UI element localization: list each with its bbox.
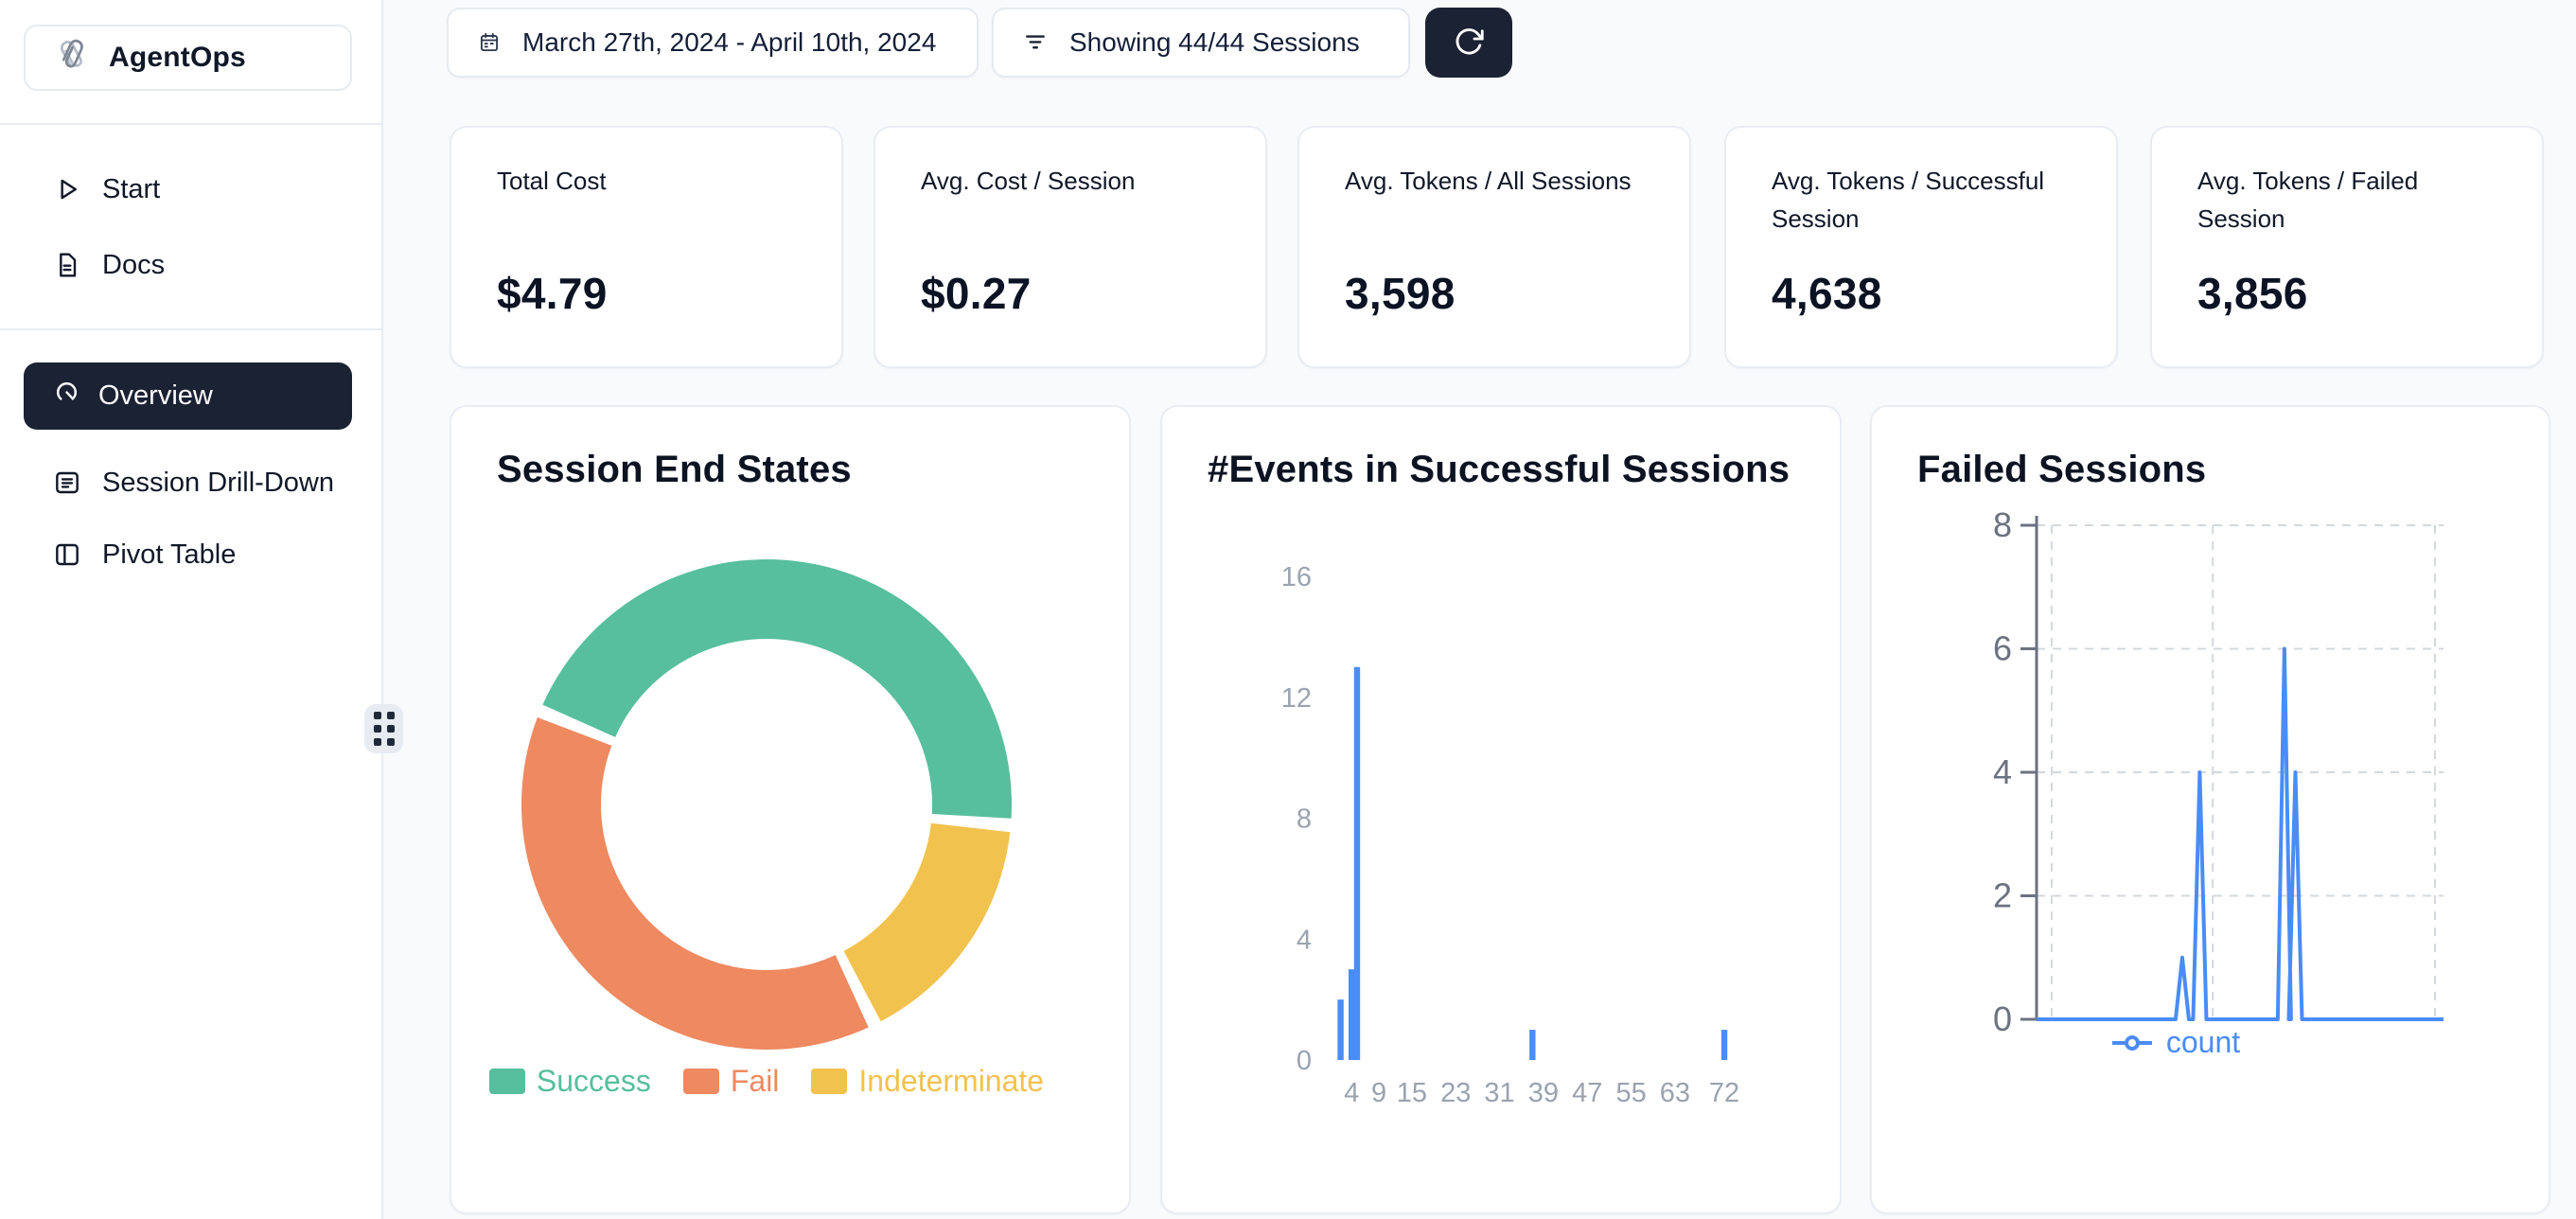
legend-label: Fail	[731, 1064, 780, 1099]
x-tick-label: 9	[1371, 1078, 1386, 1108]
x-tick-label: 39	[1528, 1078, 1559, 1108]
stat-card-total-cost: Total Cost $4.79	[450, 126, 843, 368]
sidebar-item-session-drill-down[interactable]: Session Drill-Down	[0, 447, 381, 519]
session-list-icon	[51, 467, 83, 499]
x-tick-label: 23	[1440, 1078, 1471, 1108]
x-tick-label: 63	[1660, 1078, 1690, 1108]
app-logo[interactable]: AgentOps	[24, 25, 352, 91]
stat-label: Avg. Tokens / Failed Session	[2197, 162, 2504, 238]
legend-swatch	[811, 1069, 847, 1094]
sessions-filter-button[interactable]: Showing 44/44 Sessions	[992, 8, 1410, 78]
stat-card-avg-tokens-failed-session: Avg. Tokens / Failed Session 3,856	[2150, 126, 2544, 368]
agentops-dashboard: { "app": { "name": "AgentOps" }, "sideba…	[0, 0, 2576, 1219]
y-tick-label: 16	[1281, 562, 1312, 592]
donut-slice-indeterminate[interactable]	[844, 823, 1011, 1021]
pivot-panel-icon	[51, 539, 83, 571]
gauge-icon	[52, 378, 81, 415]
sidebar-item-label: Start	[102, 174, 160, 205]
legend-label: Success	[537, 1064, 651, 1099]
failed-sessions-card: Failed Sessions 02468 count	[1870, 405, 2550, 1214]
x-tick-label: 72	[1709, 1078, 1739, 1108]
docs-icon	[51, 249, 83, 281]
y-tick-label: 2	[1993, 876, 2012, 915]
stat-value: $0.27	[921, 268, 1032, 319]
legend-item-success[interactable]: Success	[489, 1064, 651, 1099]
failed-sessions-legend: count	[1872, 1025, 2478, 1060]
x-tick-label: 15	[1397, 1078, 1427, 1108]
stat-label: Avg. Tokens / Successful Session	[1772, 162, 2078, 238]
y-tick-label: 12	[1281, 683, 1312, 714]
bar-events-5[interactable]	[1354, 667, 1360, 1060]
paperclip-logo-icon	[50, 34, 94, 82]
date-range-button[interactable]: March 27th, 2024 - April 10th, 2024	[447, 8, 979, 78]
legend-item-indeterminate[interactable]: Indeterminate	[811, 1064, 1044, 1099]
y-tick-label: 4	[1993, 752, 2012, 791]
date-range-label: March 27th, 2024 - April 10th, 2024	[522, 27, 936, 58]
play-icon	[51, 173, 83, 205]
sidebar-item-label: Overview	[98, 380, 213, 412]
stat-value: 3,856	[2197, 268, 2308, 319]
stat-value: $4.79	[497, 268, 608, 319]
sidebar-item-docs[interactable]: Docs	[0, 229, 381, 301]
bar-events-2[interactable]	[1337, 999, 1343, 1060]
legend-item-count[interactable]: count	[2109, 1025, 2240, 1060]
sidebar-item-pivot-table[interactable]: Pivot Table	[0, 519, 381, 591]
donut-slice-success[interactable]	[542, 559, 1012, 819]
sidebar-item-start[interactable]: Start	[0, 153, 381, 225]
stat-card-avg-cost-session: Avg. Cost / Session $0.27	[873, 126, 1267, 368]
bar-events-37[interactable]	[1529, 1030, 1535, 1060]
y-tick-label: 6	[1993, 629, 2012, 668]
legend-swatch	[683, 1069, 719, 1094]
sidebar: AgentOps Start Docs Overview Session Drill…	[0, 0, 383, 1219]
session-end-states-card: Session End States SuccessFailIndetermin…	[450, 405, 1131, 1214]
y-tick-label: 8	[1993, 505, 2012, 544]
stat-label: Avg. Tokens / All Sessions	[1345, 162, 1632, 200]
events-histogram-chart[interactable]: 0481216491523313947556372	[1162, 407, 1844, 1216]
failed-sessions-chart[interactable]: 02468	[1872, 407, 2552, 1216]
filter-icon	[1022, 29, 1049, 56]
donut-slice-fail[interactable]	[521, 717, 869, 1050]
x-tick-label: 31	[1484, 1078, 1514, 1108]
stat-label: Total Cost	[497, 162, 607, 200]
sidebar-item-overview[interactable]: Overview	[24, 362, 352, 430]
stat-label: Avg. Cost / Session	[921, 162, 1135, 200]
legend-swatch	[489, 1069, 525, 1094]
y-tick-label: 8	[1297, 804, 1312, 835]
y-tick-label: 4	[1297, 925, 1312, 955]
events-histogram-card: #Events in Successful Sessions 048121649…	[1160, 405, 1842, 1214]
line-legend-marker-icon	[2109, 1033, 2155, 1053]
refresh-icon	[1452, 25, 1486, 62]
sessions-filter-label: Showing 44/44 Sessions	[1069, 27, 1360, 58]
stat-value: 3,598	[1345, 268, 1456, 319]
legend-label: count	[2166, 1025, 2240, 1060]
stat-card-avg-tokens-all-sessions: Avg. Tokens / All Sessions 3,598	[1297, 126, 1691, 368]
x-tick-label: 55	[1615, 1078, 1646, 1108]
legend-label: Indeterminate	[858, 1064, 1044, 1099]
legend-item-fail[interactable]: Fail	[683, 1064, 780, 1099]
x-tick-label: 4	[1344, 1078, 1359, 1108]
sidebar-item-label: Docs	[102, 250, 165, 281]
sidebar-item-label: Session Drill-Down	[102, 468, 334, 499]
x-tick-label: 47	[1572, 1078, 1602, 1108]
donut-legend: Success Fail Indeterminate	[451, 1064, 1082, 1099]
y-tick-label: 0	[1297, 1046, 1312, 1076]
bar-events-4[interactable]	[1349, 969, 1354, 1060]
calendar-icon	[477, 30, 502, 55]
sidebar-divider-middle	[0, 328, 381, 330]
sidebar-resize-handle[interactable]	[364, 704, 403, 753]
sidebar-divider-top	[0, 123, 381, 125]
count-series-line[interactable]	[2037, 649, 2444, 1020]
stat-card-avg-tokens-successful-session: Avg. Tokens / Successful Session 4,638	[1724, 126, 2118, 368]
refresh-button[interactable]	[1425, 8, 1512, 78]
stat-value: 4,638	[1772, 268, 1882, 319]
app-title: AgentOps	[109, 42, 246, 74]
bar-events-72[interactable]	[1721, 1030, 1727, 1060]
sidebar-item-label: Pivot Table	[102, 539, 236, 571]
